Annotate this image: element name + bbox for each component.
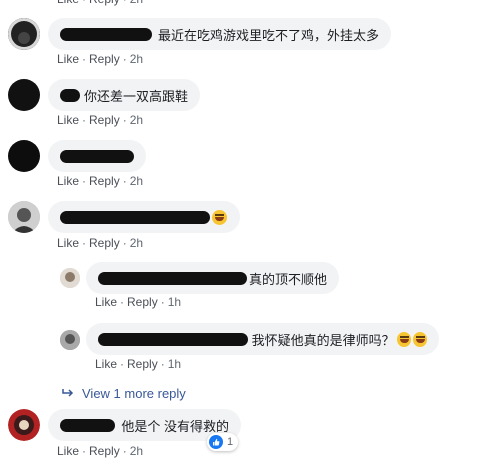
like-link[interactable]: Like (95, 357, 117, 371)
reply-link[interactable]: Reply (89, 113, 120, 127)
redacted-name (60, 27, 152, 41)
like-link[interactable]: Like (95, 295, 117, 309)
reply-link[interactable]: Reply (127, 295, 158, 309)
comment-text: 你还差一双高跟鞋 (83, 88, 188, 104)
comment-actions: Like · Reply · 2h (57, 174, 144, 188)
comment-actions: Like · Reply · 1h (95, 295, 182, 309)
avatar[interactable] (8, 201, 40, 233)
comment-text: 我怀疑他真的是律师吗？ (251, 332, 395, 348)
avatar[interactable] (8, 79, 40, 111)
avatar[interactable] (8, 409, 40, 441)
redacted-name (60, 149, 134, 163)
view-more-label: View 1 more reply (82, 386, 186, 401)
like-link[interactable]: Like (57, 113, 79, 127)
reply-link[interactable]: Reply (89, 52, 120, 66)
comment-time: 2h (129, 52, 144, 66)
like-link[interactable]: Like (57, 174, 79, 188)
comment-actions: Like · Reply · 2h (57, 444, 144, 458)
comment-actions-top: Like·Reply·2h (57, 0, 143, 6)
reply-link[interactable]: Reply (89, 0, 120, 6)
reply-arrow-icon (62, 386, 74, 401)
comment-text: 真的顶不顺他 (248, 271, 327, 287)
like-link[interactable]: Like (57, 52, 79, 66)
comment-bubble (48, 201, 240, 233)
like-link[interactable]: Like (57, 0, 79, 6)
comment-time: 2h (129, 174, 144, 188)
redacted-name (60, 210, 210, 224)
avatar[interactable] (8, 140, 40, 172)
laughing-emoji-icon (396, 331, 411, 347)
comment-time: 2h (129, 236, 144, 250)
laughing-emoji-icon (212, 209, 227, 225)
avatar[interactable] (8, 18, 40, 50)
laughing-emoji-icon (412, 331, 427, 347)
redacted-name (98, 332, 248, 346)
comment-time: 2h (129, 444, 144, 458)
comment-actions: Like · Reply · 2h (57, 236, 144, 250)
comment-bubble: 你还差一双高跟鞋 (48, 79, 200, 111)
reaction-count: 1 (227, 436, 234, 448)
avatar[interactable] (60, 268, 80, 288)
comment-bubble: 最近在吃鸡游戏里吃不了鸡，外挂太多 (48, 18, 391, 50)
comment-time: 2h (130, 0, 143, 6)
comment-actions: Like · Reply · 2h (57, 113, 144, 127)
avatar[interactable] (60, 330, 80, 350)
reaction-count-badge[interactable]: 1 (207, 433, 239, 451)
comment-bubble: 我怀疑他真的是律师吗？ (86, 323, 439, 355)
reply-link[interactable]: Reply (89, 236, 120, 250)
comment-actions: Like · Reply · 2h (57, 52, 144, 66)
comment-text: 最近在吃鸡游戏里吃不了鸡，外挂太多 (157, 27, 379, 43)
comment-text: 他是个 没有得救的 (121, 418, 229, 434)
comment-time: 2h (129, 113, 144, 127)
comment-actions: Like · Reply · 1h (95, 357, 182, 371)
reply-link[interactable]: Reply (89, 174, 120, 188)
reply-link[interactable]: Reply (127, 357, 158, 371)
redacted-name (60, 88, 80, 102)
view-more-replies-link[interactable]: View 1 more reply (62, 386, 186, 401)
like-link[interactable]: Like (57, 444, 79, 458)
like-link[interactable]: Like (57, 236, 79, 250)
comment-bubble (48, 140, 146, 172)
like-reaction-icon (209, 435, 223, 449)
reply-link[interactable]: Reply (89, 444, 120, 458)
comment-bubble: 真的顶不顺他 (86, 262, 339, 294)
comment-time: 1h (167, 295, 182, 309)
redacted-name (98, 271, 247, 285)
comment-time: 1h (167, 357, 182, 371)
redacted-name (60, 418, 116, 432)
